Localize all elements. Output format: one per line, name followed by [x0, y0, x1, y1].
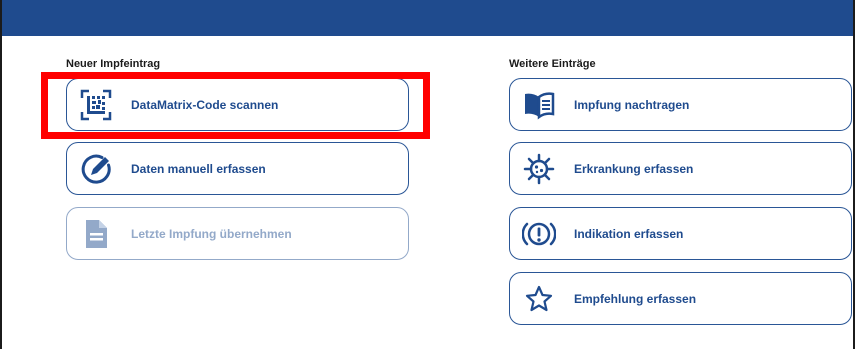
book-icon	[522, 88, 556, 122]
record-recommendation-label: Empfehlung erfassen	[574, 291, 697, 306]
record-disease-label: Erkrankung erfassen	[574, 161, 694, 176]
add-vaccination-label: Impfung nachtragen	[574, 97, 690, 112]
scan-datamatrix-button[interactable]: DataMatrix-Code scannen	[66, 78, 409, 131]
alert-circle-icon	[522, 217, 556, 251]
record-disease-button[interactable]: Erkrankung erfassen	[509, 142, 852, 195]
datamatrix-scan-icon	[79, 88, 113, 122]
pencil-circle-icon	[79, 152, 113, 186]
record-indication-label: Indikation erfassen	[574, 226, 684, 241]
star-icon	[522, 282, 556, 316]
adopt-last-vaccination-label: Letzte Impfung übernehmen	[131, 226, 292, 241]
top-bar	[2, 0, 853, 36]
manual-entry-label: Daten manuell erfassen	[131, 161, 266, 176]
section-title-new-entry: Neuer Impfeintrag	[66, 58, 161, 70]
document-icon	[79, 217, 113, 251]
add-vaccination-button[interactable]: Impfung nachtragen	[509, 78, 852, 131]
manual-entry-button[interactable]: Daten manuell erfassen	[66, 142, 409, 195]
scan-datamatrix-label: DataMatrix-Code scannen	[131, 97, 279, 112]
record-recommendation-button[interactable]: Empfehlung erfassen	[509, 272, 852, 325]
virus-icon	[522, 152, 556, 186]
section-title-further-entries: Weitere Einträge	[509, 58, 596, 70]
record-indication-button[interactable]: Indikation erfassen	[509, 207, 852, 260]
adopt-last-vaccination-button[interactable]: Letzte Impfung übernehmen	[66, 207, 409, 260]
